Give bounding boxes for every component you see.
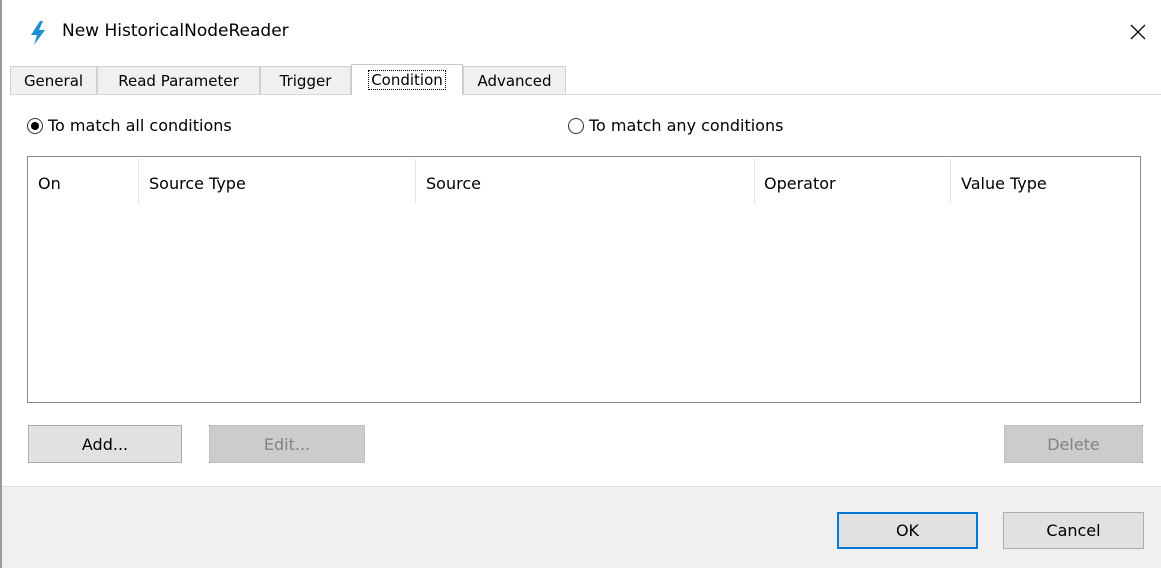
column-header-source[interactable]: Source xyxy=(426,157,481,209)
ok-button[interactable]: OK xyxy=(837,512,978,549)
column-label: Operator xyxy=(764,173,836,193)
column-label: Source xyxy=(426,173,481,193)
tab-condition[interactable]: Condition xyxy=(351,64,463,95)
radio-checked-icon xyxy=(27,117,43,134)
match-any-label: To match any conditions xyxy=(589,116,784,135)
match-all-label: To match all conditions xyxy=(48,116,232,135)
dialog-footer xyxy=(2,486,1161,568)
match-any-radio[interactable]: To match any conditions xyxy=(568,116,783,135)
close-icon xyxy=(1130,24,1146,40)
tab-label: Trigger xyxy=(279,72,332,90)
column-divider[interactable] xyxy=(415,159,416,203)
add-button-label: Add... xyxy=(81,434,129,454)
match-all-radio[interactable]: To match all conditions xyxy=(27,116,232,135)
edit-button[interactable]: Edit... xyxy=(209,425,365,463)
delete-button[interactable]: Delete xyxy=(1004,425,1143,463)
column-label: Value Type xyxy=(961,173,1047,193)
tab-read-parameter[interactable]: Read Parameter xyxy=(97,66,260,95)
window-title: New HistoricalNodeReader xyxy=(62,21,289,41)
tab-label: Read Parameter xyxy=(118,72,239,90)
column-divider[interactable] xyxy=(754,159,755,203)
tab-general[interactable]: General xyxy=(10,66,97,95)
radio-unchecked-icon xyxy=(568,117,584,134)
column-header-source-type[interactable]: Source Type xyxy=(149,157,246,209)
delete-button-label: Delete xyxy=(1047,434,1100,454)
list-header: On Source Type Source Operator Value Typ… xyxy=(28,157,1140,209)
tab-trigger[interactable]: Trigger xyxy=(260,66,351,95)
cancel-button-label: Cancel xyxy=(1046,521,1101,540)
window-left-border xyxy=(0,0,2,568)
cancel-button[interactable]: Cancel xyxy=(1003,512,1144,549)
title-bar: New HistoricalNodeReader xyxy=(2,0,1161,64)
tab-label: Advanced xyxy=(477,72,552,90)
tab-advanced[interactable]: Advanced xyxy=(463,66,566,95)
close-button[interactable] xyxy=(1115,10,1161,54)
column-divider[interactable] xyxy=(950,159,951,203)
column-divider[interactable] xyxy=(138,159,139,203)
add-button[interactable]: Add... xyxy=(28,425,182,463)
tab-label: General xyxy=(23,72,84,90)
column-header-operator[interactable]: Operator xyxy=(764,157,836,209)
column-label: Source Type xyxy=(149,173,246,193)
lightning-bolt-icon xyxy=(28,20,48,46)
tab-label: Condition xyxy=(368,70,446,90)
column-header-value-type[interactable]: Value Type xyxy=(961,157,1047,209)
ok-button-label: OK xyxy=(895,521,920,540)
conditions-list[interactable]: On Source Type Source Operator Value Typ… xyxy=(27,156,1141,403)
column-header-on[interactable]: On xyxy=(38,157,61,209)
edit-button-label: Edit... xyxy=(263,434,311,454)
column-label: On xyxy=(38,173,61,193)
